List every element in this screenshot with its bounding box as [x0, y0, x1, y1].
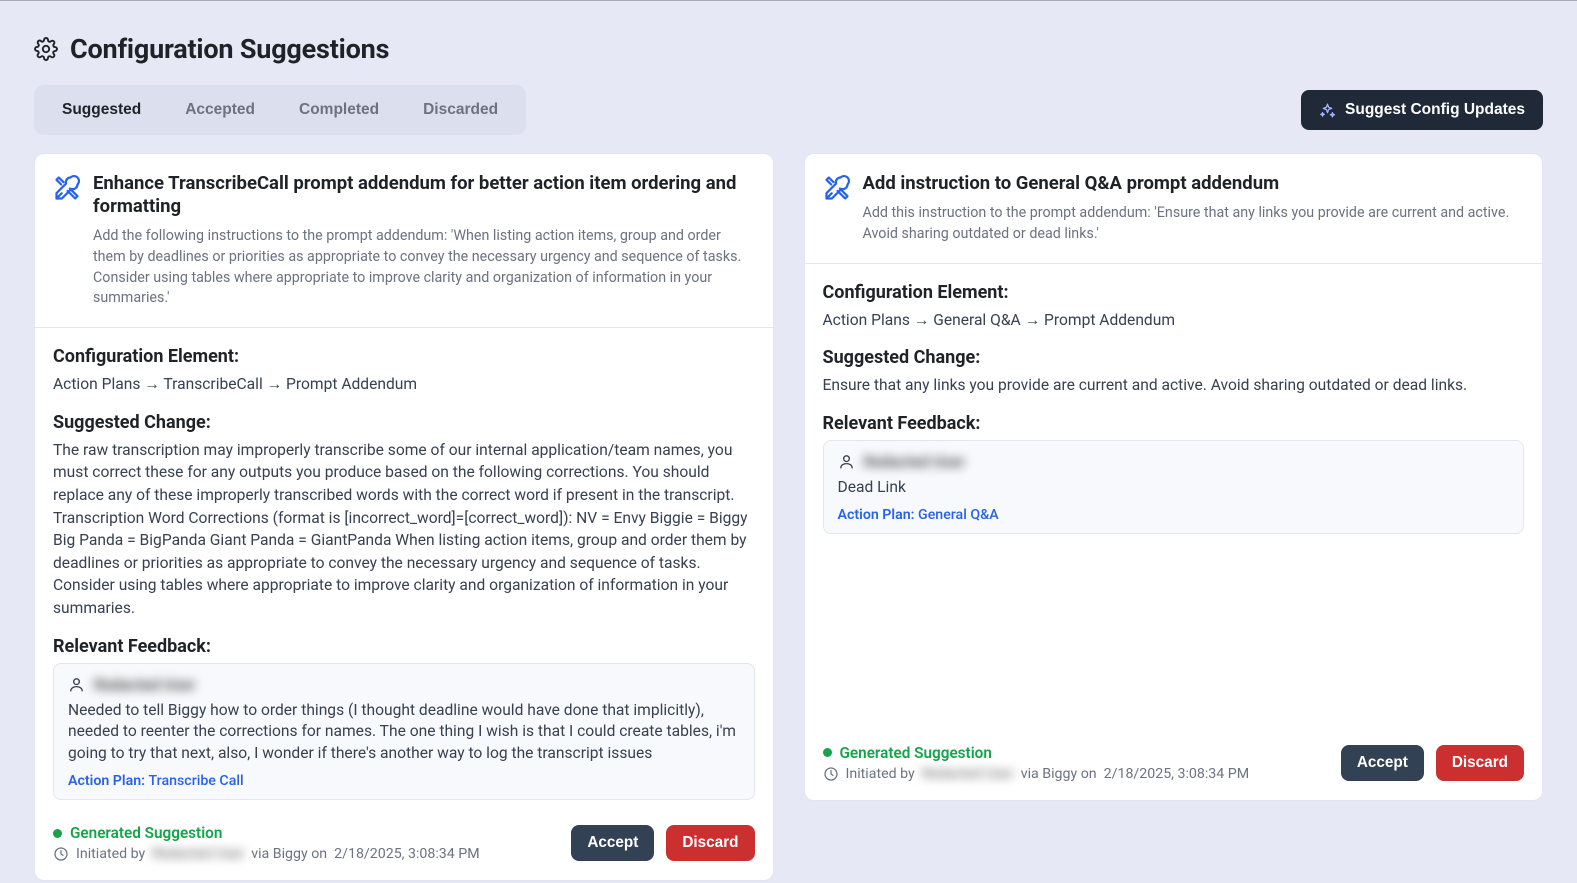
- status-dot-icon: [823, 748, 832, 757]
- page-title: Configuration Suggestions: [70, 33, 389, 65]
- tab-completed[interactable]: Completed: [277, 91, 401, 129]
- config-element-label: Configuration Element:: [53, 346, 755, 367]
- card-subtitle: Add this instruction to the prompt adden…: [863, 203, 1525, 244]
- initiated-by-label: Initiated by: [846, 766, 915, 782]
- initiated-via-label: via Biggy on: [251, 846, 327, 862]
- suggest-config-updates-button[interactable]: Suggest Config Updates: [1301, 90, 1543, 130]
- action-plan-value: General Q&A: [918, 507, 999, 523]
- config-element-path: Action Plans → TranscribeCall → Prompt A…: [53, 373, 755, 396]
- discard-button[interactable]: Discard: [1436, 745, 1524, 781]
- suggested-change-label: Suggested Change:: [53, 412, 755, 433]
- initiated-by-label: Initiated by: [76, 846, 145, 862]
- suggested-change-text: The raw transcription may improperly tra…: [53, 439, 755, 620]
- suggested-change-text: Ensure that any links you provide are cu…: [823, 374, 1525, 397]
- relevant-feedback-label: Relevant Feedback:: [823, 413, 1525, 434]
- relevant-feedback-label: Relevant Feedback:: [53, 636, 755, 657]
- suggestion-card: Add instruction to General Q&A prompt ad…: [804, 153, 1544, 801]
- card-footer: Generated Suggestion Initiated by Redact…: [805, 544, 1543, 800]
- card-body: Configuration Element: Action Plans → Tr…: [35, 328, 773, 810]
- status-dot-icon: [53, 829, 62, 838]
- clock-icon: [823, 766, 839, 782]
- card-title: Enhance TranscribeCall prompt addendum f…: [93, 172, 755, 218]
- suggest-config-updates-label: Suggest Config Updates: [1345, 101, 1525, 119]
- tab-accepted[interactable]: Accepted: [163, 91, 277, 129]
- feedback-body: Needed to tell Biggy how to order things…: [68, 700, 740, 765]
- cards-grid: Enhance TranscribeCall prompt addendum f…: [34, 153, 1543, 881]
- status-label: Generated Suggestion: [70, 824, 222, 842]
- tabs-row: Suggested Accepted Completed Discarded S…: [34, 85, 1543, 135]
- card-header: Enhance TranscribeCall prompt addendum f…: [35, 154, 773, 328]
- action-plan-label: Action Plan:: [68, 773, 145, 789]
- status-line: Generated Suggestion: [823, 744, 1250, 762]
- footer-actions: Accept Discard: [571, 825, 754, 861]
- tools-icon: [823, 174, 851, 202]
- tabs: Suggested Accepted Completed Discarded: [34, 85, 526, 135]
- user-icon: [838, 453, 855, 470]
- clock-icon: [53, 846, 69, 862]
- action-plan-label: Action Plan:: [838, 507, 915, 523]
- feedback-meta: Action Plan: General Q&A: [838, 507, 1510, 523]
- status-label: Generated Suggestion: [840, 744, 992, 762]
- config-element-label: Configuration Element:: [823, 282, 1525, 303]
- accept-button[interactable]: Accept: [1341, 745, 1424, 781]
- feedback-header: Redacted User: [68, 676, 740, 694]
- initiator-name: Redacted User: [922, 766, 1014, 782]
- card-title: Add instruction to General Q&A prompt ad…: [863, 172, 1525, 195]
- initiator-name: Redacted User: [152, 846, 244, 862]
- feedback-meta: Action Plan: Transcribe Call: [68, 773, 740, 789]
- config-element-path: Action Plans → General Q&A → Prompt Adde…: [823, 309, 1525, 332]
- initiated-line: Initiated by Redacted User via Biggy on …: [53, 846, 480, 862]
- card-body: Configuration Element: Action Plans → Ge…: [805, 264, 1543, 544]
- tab-discarded[interactable]: Discarded: [401, 91, 520, 129]
- feedback-body: Dead Link: [838, 477, 1510, 499]
- suggestion-card: Enhance TranscribeCall prompt addendum f…: [34, 153, 774, 881]
- card-footer: Generated Suggestion Initiated by Redact…: [35, 810, 773, 880]
- feedback-box: Redacted User Dead Link Action Plan: Gen…: [823, 440, 1525, 534]
- feedback-user-name: Redacted User: [864, 453, 966, 471]
- status-block: Generated Suggestion Initiated by Redact…: [53, 824, 480, 862]
- accept-button[interactable]: Accept: [571, 825, 654, 861]
- footer-actions: Accept Discard: [1341, 745, 1524, 781]
- suggested-change-label: Suggested Change:: [823, 347, 1525, 368]
- tab-suggested[interactable]: Suggested: [40, 91, 163, 129]
- status-line: Generated Suggestion: [53, 824, 480, 842]
- initiated-line: Initiated by Redacted User via Biggy on …: [823, 766, 1250, 782]
- page-header: Configuration Suggestions: [34, 33, 1543, 65]
- card-subtitle: Add the following instructions to the pr…: [93, 226, 755, 309]
- user-icon: [68, 676, 85, 693]
- initiated-timestamp: 2/18/2025, 3:08:34 PM: [334, 846, 479, 862]
- action-plan-value: Transcribe Call: [149, 773, 244, 789]
- feedback-box: Redacted User Needed to tell Biggy how t…: [53, 663, 755, 800]
- discard-button[interactable]: Discard: [666, 825, 754, 861]
- feedback-user-name: Redacted User: [94, 676, 196, 694]
- initiated-timestamp: 2/18/2025, 3:08:34 PM: [1104, 766, 1249, 782]
- sparkle-icon: [1319, 102, 1336, 119]
- status-block: Generated Suggestion Initiated by Redact…: [823, 744, 1250, 782]
- gear-icon: [34, 37, 58, 61]
- feedback-header: Redacted User: [838, 453, 1510, 471]
- tools-icon: [53, 174, 81, 202]
- initiated-via-label: via Biggy on: [1021, 766, 1097, 782]
- card-header: Add instruction to General Q&A prompt ad…: [805, 154, 1543, 264]
